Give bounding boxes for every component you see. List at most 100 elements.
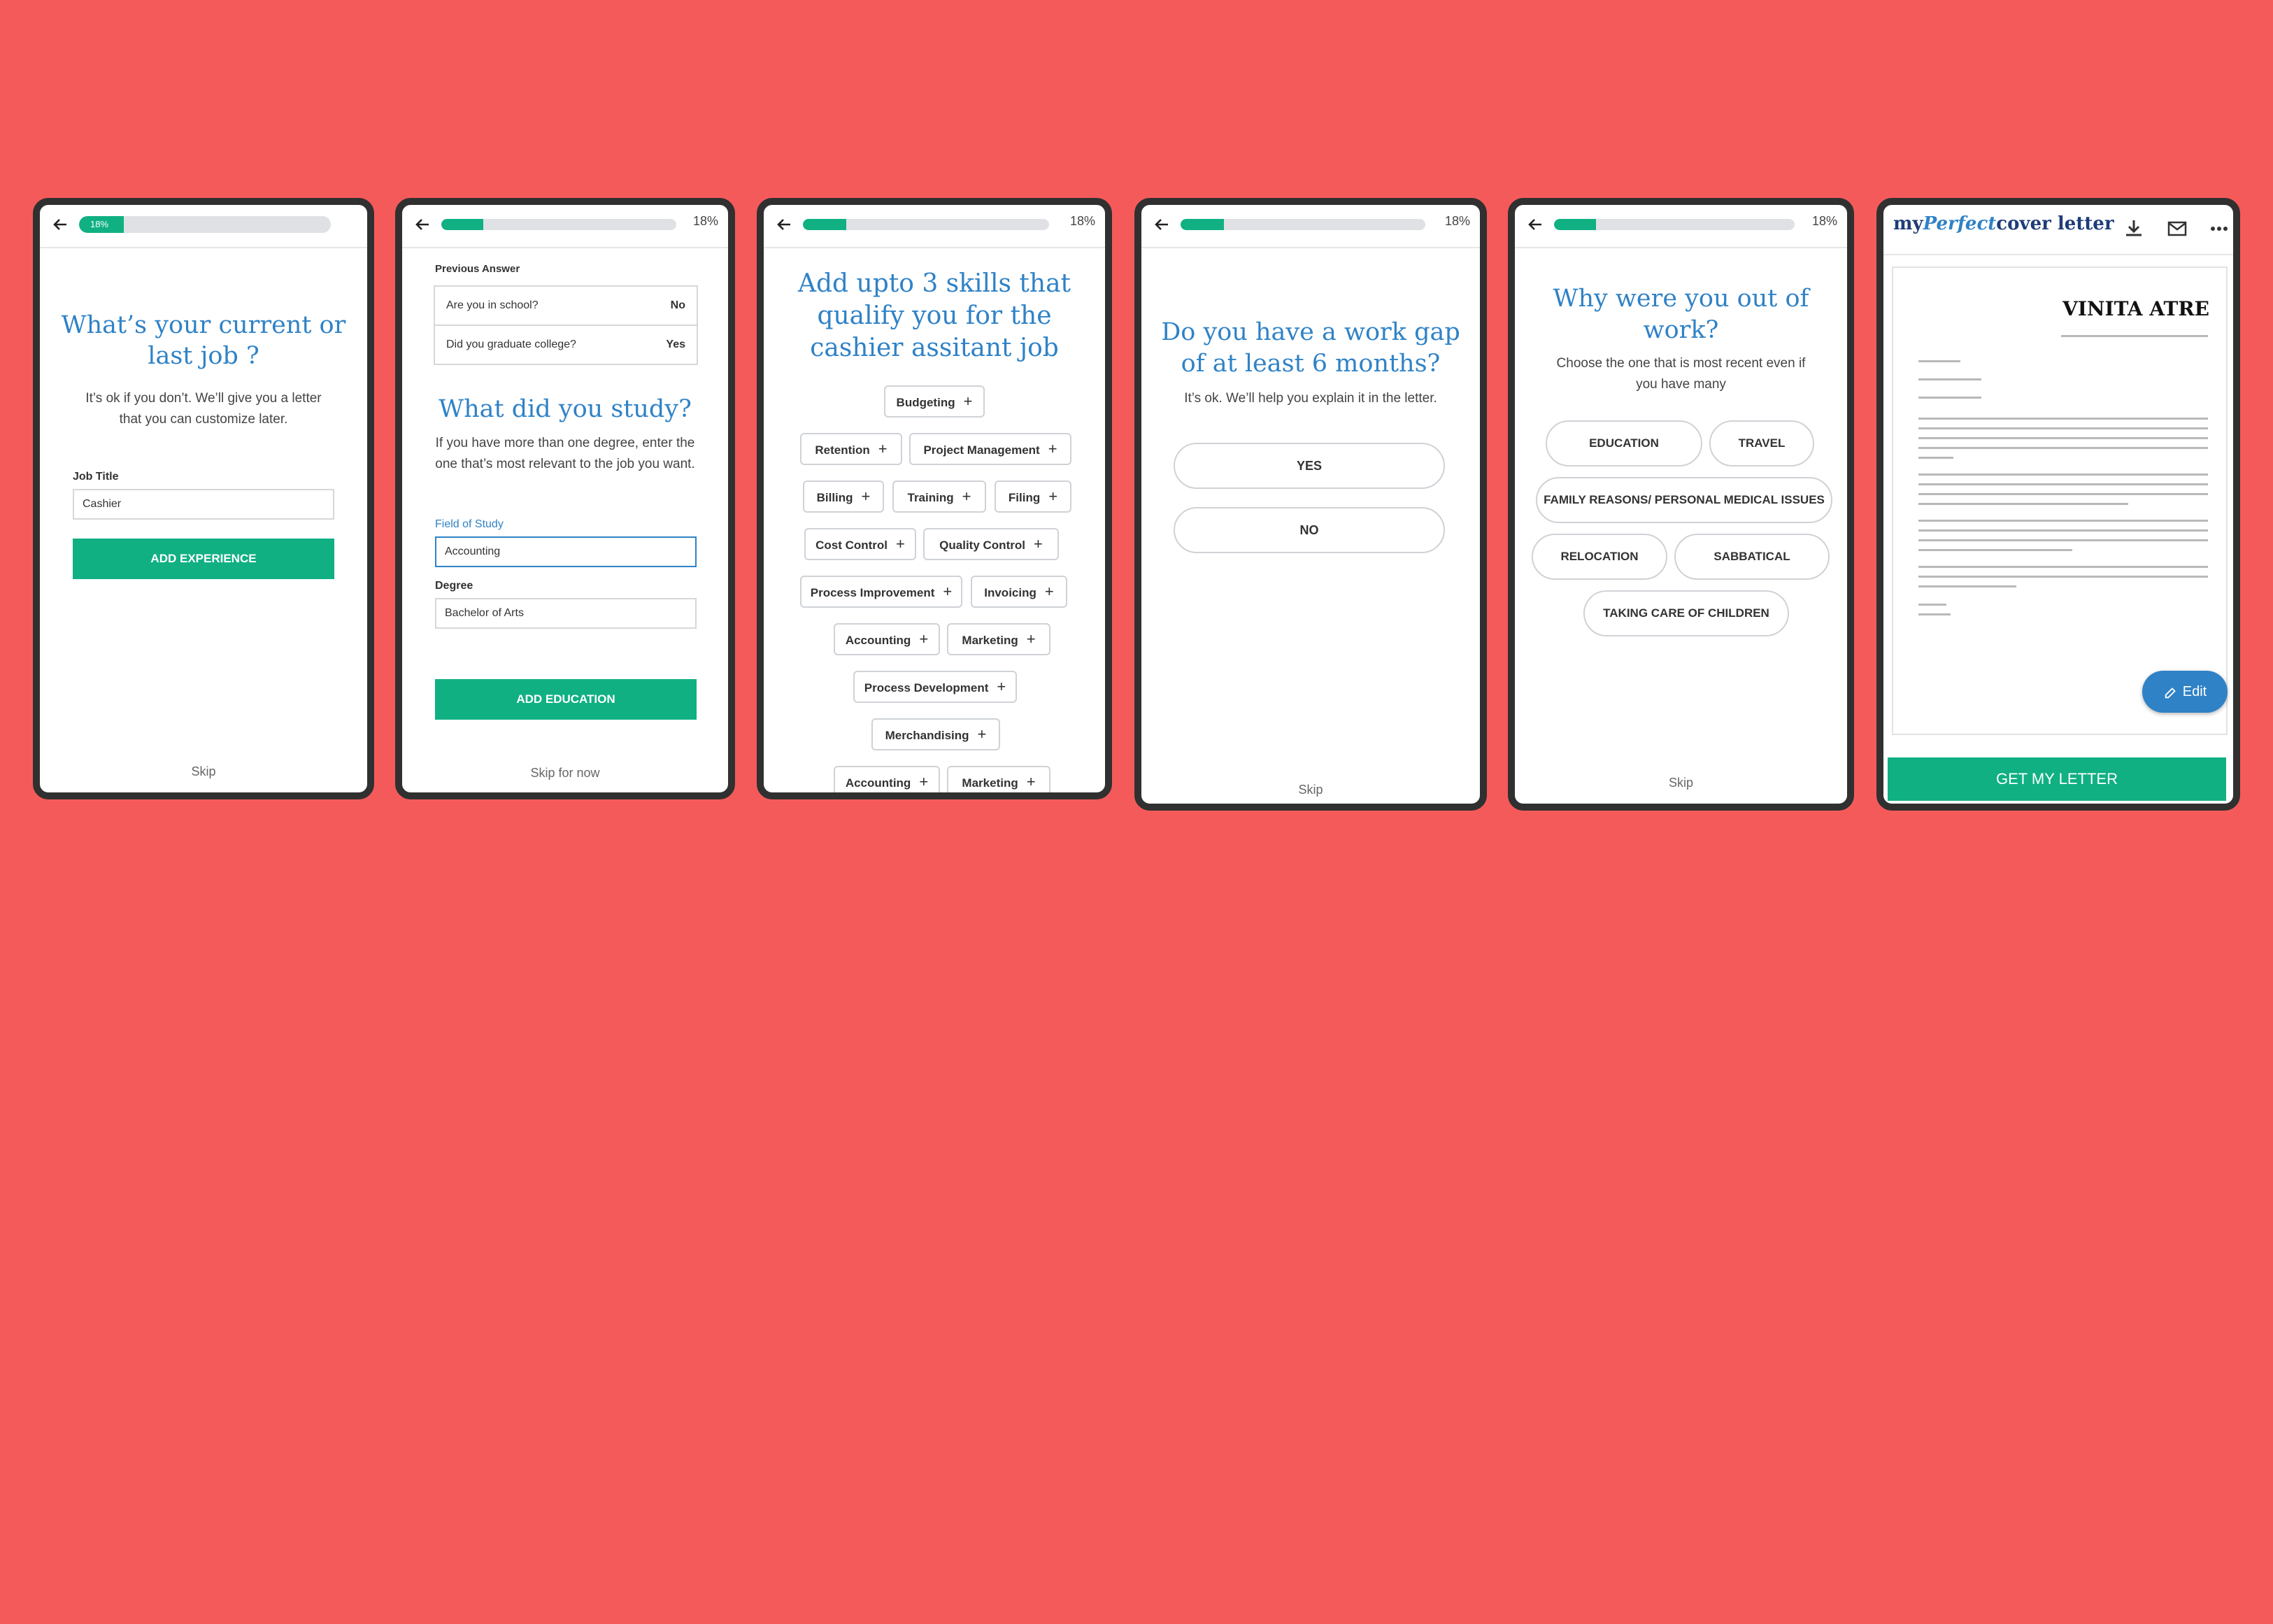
text-line	[1918, 604, 1946, 606]
plus-icon: +	[1044, 583, 1054, 600]
plus-icon: +	[943, 583, 953, 600]
progress-fill: 18%	[79, 216, 124, 233]
page-title: Add upto 3 skills that qualify you for t…	[764, 268, 1105, 364]
page-title-line: qualify you for the	[817, 301, 1052, 330]
skip-link[interactable]: Skip	[1515, 776, 1847, 790]
plus-icon: +	[1033, 535, 1043, 553]
progress-fill	[441, 219, 483, 230]
back-arrow-icon[interactable]	[47, 211, 75, 238]
back-arrow-icon[interactable]	[1148, 211, 1176, 238]
subtitle-line: that you can customize later.	[119, 412, 288, 427]
plus-icon: +	[963, 392, 973, 410]
top-bar: 18%	[1141, 205, 1480, 248]
skill-label: Accounting	[845, 776, 911, 790]
reason-option[interactable]: RELOCATION	[1532, 534, 1667, 580]
plus-icon: +	[1026, 630, 1036, 648]
skill-label: Billing	[816, 491, 853, 504]
phone-screen-skills: 18% Add upto 3 skills that qualify you f…	[757, 198, 1112, 799]
letter-applicant-name: VINITA ATRE	[2062, 297, 2209, 320]
subtitle-line: Choose the one that is most recent even …	[1556, 356, 1806, 371]
skill-label: Training	[907, 491, 954, 504]
subtitle-line: If you have more than one degree, enter …	[435, 436, 695, 450]
skill-label: Merchandising	[885, 729, 969, 742]
plus-icon: +	[1048, 487, 1058, 505]
skill-label: Project Management	[923, 443, 1040, 457]
skill-chip[interactable]: Billing +	[803, 480, 884, 513]
reason-option[interactable]: EDUCATION	[1546, 420, 1702, 466]
page-title: What did you study?	[439, 395, 692, 423]
top-bar: 18%	[1515, 205, 1847, 248]
add-experience-button[interactable]: ADD EXPERIENCE	[73, 539, 334, 579]
text-line	[1918, 473, 2208, 476]
answer-text: Yes	[666, 339, 685, 350]
field-of-study-input[interactable]: Accounting	[435, 536, 697, 567]
question-text: Are you in school?	[446, 299, 539, 311]
answer-text: No	[670, 299, 685, 311]
skill-chip[interactable]: Marketing +	[947, 623, 1050, 655]
skip-link[interactable]: Skip	[1141, 783, 1480, 797]
skill-chip[interactable]: Budgeting +	[884, 385, 985, 418]
progress-bar	[1181, 219, 1425, 230]
skill-chip[interactable]: Merchandising +	[871, 718, 1000, 750]
plus-icon: +	[861, 487, 871, 505]
text-line	[1918, 418, 2208, 420]
text-line	[1918, 483, 2208, 485]
skill-chip[interactable]: Accounting +	[834, 766, 940, 792]
plus-icon: +	[878, 440, 888, 457]
page-title: Why were you out of work?	[1515, 283, 1847, 346]
mail-icon[interactable]	[2165, 216, 2190, 241]
skill-chip[interactable]: Invoicing +	[971, 576, 1067, 608]
plus-icon: +	[997, 678, 1006, 695]
page-subtitle: Choose the one that is most recent even …	[1515, 353, 1847, 395]
skill-chip[interactable]: Quality Control +	[923, 528, 1059, 560]
skill-chip[interactable]: Process Development +	[853, 671, 1017, 703]
previous-answer-row: Did you graduate college? Yes	[435, 325, 697, 364]
reason-option[interactable]: TRAVEL	[1709, 420, 1814, 466]
page-subtitle: It’s ok if you don’t. We’ll give you a l…	[40, 388, 367, 430]
phone-screen-education: 18% Previous Answer Are you in school? N…	[395, 198, 735, 799]
skill-chip[interactable]: Cost Control +	[804, 528, 916, 560]
skip-link[interactable]: Skip	[40, 764, 367, 779]
plus-icon: +	[962, 487, 971, 505]
download-icon[interactable]	[2121, 216, 2146, 241]
option-yes-button[interactable]: YES	[1174, 443, 1445, 489]
degree-input[interactable]: Bachelor of Arts	[435, 598, 697, 629]
progress-fill	[1181, 219, 1224, 230]
more-icon[interactable]	[2207, 216, 2232, 241]
plus-icon: +	[919, 630, 929, 648]
back-arrow-icon[interactable]	[1522, 211, 1550, 238]
skill-chip[interactable]: Project Management +	[909, 433, 1071, 465]
skip-link[interactable]: Skip for now	[402, 766, 728, 781]
skill-label: Cost Control	[815, 539, 888, 552]
reason-option[interactable]: SABBATICAL	[1674, 534, 1830, 580]
add-education-button[interactable]: ADD EDUCATION	[435, 679, 697, 720]
job-title-input[interactable]: Cashier	[73, 489, 334, 520]
get-my-letter-button[interactable]: GET MY LETTER	[1888, 757, 2226, 801]
previous-answers-table: Are you in school? No Did you graduate c…	[434, 285, 698, 365]
reason-option[interactable]: FAMILY REASONS/ PERSONAL MEDICAL ISSUES	[1536, 477, 1832, 523]
page-title: Do you have a work gap of at least 6 mon…	[1141, 317, 1480, 380]
back-arrow-icon[interactable]	[771, 211, 799, 238]
skill-label: Process Improvement	[810, 586, 935, 599]
skill-chip[interactable]: Retention +	[800, 433, 902, 465]
text-line	[1918, 397, 1981, 399]
skill-chip[interactable]: Process Improvement +	[800, 576, 962, 608]
previous-answer-label: Previous Answer	[435, 263, 520, 275]
skill-chip[interactable]: Marketing +	[947, 766, 1050, 792]
text-line	[1918, 457, 1953, 459]
page-title-line: Do you have a work gap	[1161, 318, 1460, 346]
reason-option[interactable]: TAKING CARE OF CHILDREN	[1583, 590, 1789, 636]
text-line	[1918, 493, 2208, 495]
option-no-button[interactable]: NO	[1174, 507, 1445, 553]
top-bar: 18%	[764, 205, 1105, 248]
skill-chip[interactable]: Accounting +	[834, 623, 940, 655]
skill-chip[interactable]: Filing +	[995, 480, 1071, 513]
edit-button[interactable]: Edit	[2142, 671, 2228, 713]
job-title-label: Job Title	[73, 471, 119, 483]
back-arrow-icon[interactable]	[409, 211, 437, 238]
text-line	[1918, 585, 2016, 587]
skill-chip[interactable]: Training +	[892, 480, 986, 513]
plus-icon: +	[896, 535, 905, 553]
progress-bar	[441, 219, 676, 230]
plus-icon: +	[1048, 440, 1057, 457]
